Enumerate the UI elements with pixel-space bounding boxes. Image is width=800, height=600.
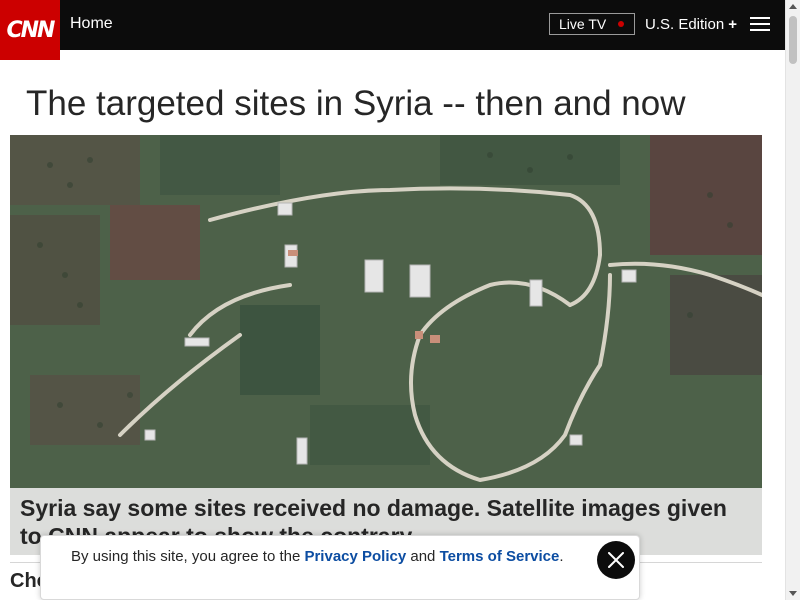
consent-banner: By using this site, you agree to the Pri… <box>40 535 640 600</box>
live-tv-button[interactable]: Live TV <box>549 13 635 35</box>
home-link[interactable]: Home <box>70 15 113 33</box>
close-button[interactable] <box>597 541 635 579</box>
consent-conjunction: and <box>406 548 440 565</box>
hamburger-menu-icon[interactable] <box>750 17 770 31</box>
terms-of-service-link[interactable]: Terms of Service <box>440 548 560 565</box>
consent-suffix: . <box>559 548 564 565</box>
vertical-scrollbar[interactable] <box>785 0 800 600</box>
consent-prefix: By using this site, you agree to the <box>71 548 305 565</box>
satellite-image[interactable]: Syria say some sites received no damage.… <box>10 135 762 555</box>
scrollbar-thumb[interactable] <box>789 16 797 64</box>
plus-icon: + <box>728 16 737 33</box>
live-indicator-dot <box>618 21 624 27</box>
close-icon <box>608 552 624 568</box>
edition-selector[interactable]: U.S. Edition + <box>645 16 737 33</box>
scroll-down-arrow-icon[interactable] <box>789 591 797 596</box>
consent-text: By using this site, you agree to the Pri… <box>71 545 571 568</box>
live-tv-label: Live TV <box>559 16 607 32</box>
scroll-up-arrow-icon[interactable] <box>789 4 797 9</box>
edition-label: U.S. Edition <box>645 16 725 33</box>
logo-text: CNN <box>6 17 56 43</box>
page-title: The targeted sites in Syria -- then and … <box>26 84 686 123</box>
privacy-policy-link[interactable]: Privacy Policy <box>304 548 406 565</box>
top-navigation-bar: CNN Home Live TV U.S. Edition + <box>0 0 800 60</box>
cnn-logo[interactable]: CNN <box>0 0 60 60</box>
